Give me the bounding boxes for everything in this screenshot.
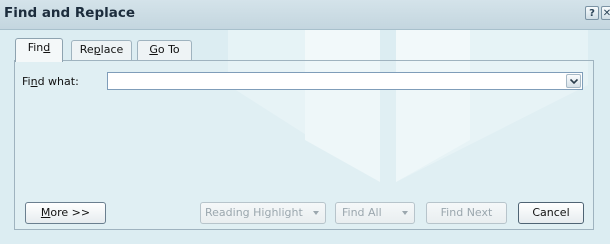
help-button[interactable]: ? [585,6,599,20]
tab-find[interactable]: Find [15,38,63,62]
more-button[interactable]: More >> [25,202,106,224]
tab-go-to[interactable]: Go To [137,40,192,60]
tab-goto-label-accesskey: G [149,43,158,56]
tab-replace-label-accesskey: p [93,43,101,56]
tab-find-label-start: Fin [27,41,44,54]
tab-replace-label-end: lace [100,43,124,56]
more-button-accesskey: M [40,206,51,219]
find-next-button[interactable]: Find Next [426,202,507,224]
cancel-label: Cancel [532,206,570,219]
find-next-label: Find Next [440,206,493,219]
find-label-accesskey: n [30,75,38,88]
dialog-title: Find and Replace [4,5,136,21]
find-all-label: Find All [342,206,382,219]
chevron-down-icon [570,78,578,85]
help-icon: ? [589,8,595,19]
cancel-button[interactable]: Cancel [518,202,584,224]
find-what-input[interactable] [110,74,560,88]
tab-goto-label-end: o To [157,43,180,56]
find-all-button[interactable]: Find All [335,202,415,224]
dropdown-arrow-icon [402,211,408,215]
reading-highlight-label: Reading Highlight [205,206,303,219]
tab-find-label-accesskey: d [43,41,51,54]
dropdown-arrow-icon [313,211,319,215]
tab-replace[interactable]: Replace [71,40,132,60]
find-label-end: d what: [37,75,79,88]
find-what-dropdown-button[interactable] [566,74,581,88]
tab-replace-label-start: Re [79,43,94,56]
find-label-start: Fi [22,75,31,88]
find-what-label: Find what: [22,75,79,88]
find-what-combobox[interactable] [107,72,583,90]
close-button[interactable]: ✕ [601,6,610,20]
close-icon: ✕ [602,8,610,19]
find-replace-dialog: Find and Replace ? ✕ Find Replace Go To … [0,0,610,244]
more-button-label: ore >> [50,206,91,219]
title-bar[interactable]: Find and Replace ? ✕ [0,0,610,30]
reading-highlight-button[interactable]: Reading Highlight [200,202,326,224]
